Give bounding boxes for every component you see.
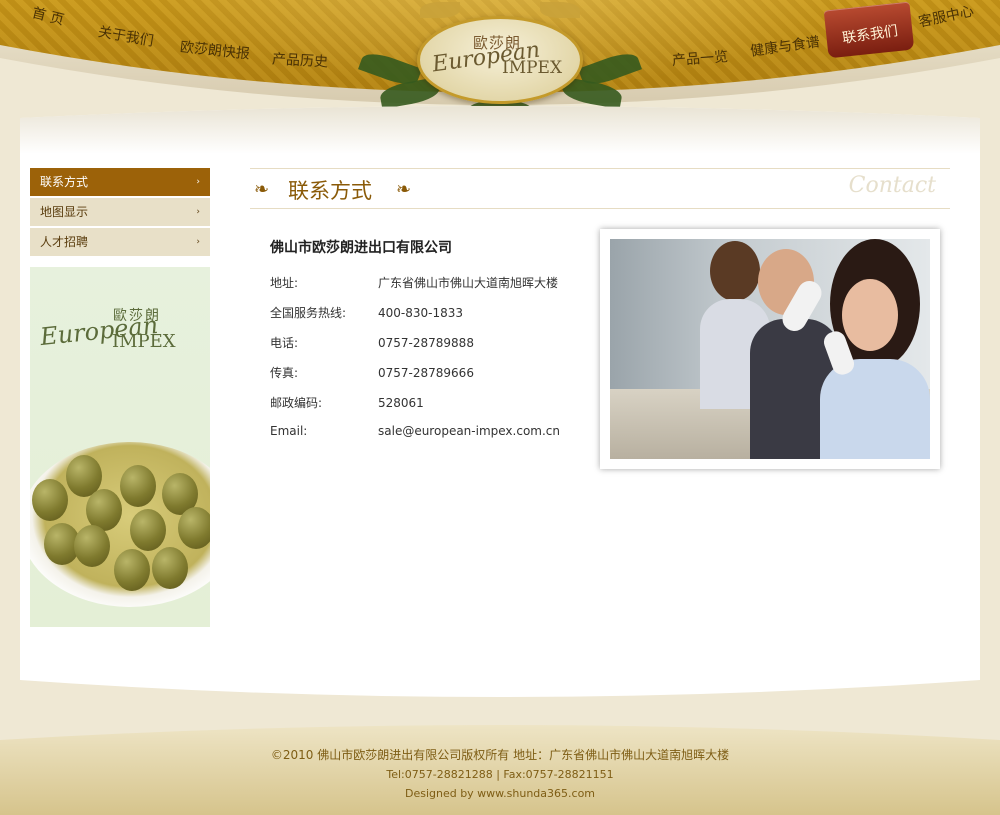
page-title: 联系方式: [288, 179, 372, 203]
panel-top-shade: [20, 104, 980, 154]
olive-image: [130, 509, 166, 551]
contact-value: 0757-28789666: [378, 366, 474, 380]
footer-copyright: ©2010 佛山市欧莎朗进出有限公司版权所有 地址：广东省佛山市佛山大道南旭晖大…: [270, 748, 730, 762]
sidebar-item-label: 人才招聘: [40, 235, 89, 249]
sidebar-item-jobs[interactable]: 人才招聘 ›: [30, 228, 210, 256]
flourish-right-icon: ❧: [396, 179, 412, 200]
contact-row-address: 地址: 广东省佛山市佛山大道南旭晖大楼: [270, 274, 558, 291]
person-image: [820, 359, 930, 459]
contact-value: 广东省佛山市佛山大道南旭晖大楼: [378, 276, 559, 290]
olive-image: [152, 547, 188, 589]
sidebar-item-label: 联系方式: [40, 175, 89, 189]
contact-row-email: Email: sale@european-impex.com.cn: [270, 424, 560, 438]
olive-image: [120, 465, 156, 507]
person-image: [842, 279, 898, 351]
section-header: ❧ 联系方式 ❧ Contact: [250, 168, 950, 209]
contact-row-postcode: 邮政编码: 528061: [270, 394, 424, 411]
chevron-right-icon: ›: [196, 207, 200, 217]
contact-label: Email:: [270, 424, 308, 438]
person-image: [710, 241, 760, 301]
olive-image: [178, 507, 210, 549]
sidebar-item-map[interactable]: 地图显示 ›: [30, 198, 210, 226]
section-subtitle: Contact: [848, 173, 936, 198]
contact-row-fax: 传真: 0757-28789666: [270, 364, 474, 381]
contact-value: 0757-28789888: [378, 336, 474, 350]
chevron-right-icon: ›: [196, 237, 200, 247]
contact-label: 电话:: [270, 336, 299, 350]
contact-label: 全国服务热线:: [270, 306, 347, 320]
olive-image: [114, 549, 150, 591]
call-center-photo-frame: [600, 229, 940, 469]
contact-value: 400-830-1833: [378, 306, 464, 320]
footer-designer-link[interactable]: Designed by www.shunda365.com: [0, 787, 1000, 800]
olive-image: [74, 525, 110, 567]
logo-impex-text: IMPEX: [502, 58, 563, 78]
nav-products[interactable]: 产品一览: [671, 46, 729, 70]
contact-email-link[interactable]: sale@european-impex.com.cn: [378, 424, 560, 438]
contact-label: 传真:: [270, 366, 299, 380]
chevron-right-icon: ›: [196, 177, 200, 187]
contact-row-hotline: 全国服务热线: 400-830-1833: [270, 304, 463, 321]
promo-brand-impex: IMPEX: [112, 331, 176, 352]
contact-label: 邮政编码:: [270, 396, 323, 410]
contact-value: 528061: [378, 396, 424, 410]
sidebar-item-label: 地图显示: [40, 205, 89, 219]
nav-history[interactable]: 产品历史: [272, 49, 329, 72]
olive-image: [32, 479, 68, 521]
sidebar-promo-image: 歐莎朗 European IMPEX: [30, 267, 210, 627]
leaf-ornament: [420, 2, 460, 18]
sidebar-item-contact[interactable]: 联系方式 ›: [30, 168, 210, 196]
footer-tel-fax: Tel:0757-28821288 | Fax:0757-28821151: [386, 768, 614, 781]
call-center-photo: [610, 239, 930, 459]
company-name: 佛山市欧莎朗进出口有限公司: [270, 240, 452, 256]
contact-row-phone: 电话: 0757-28789888: [270, 334, 474, 351]
contact-label: 地址:: [270, 276, 299, 290]
flourish-left-icon: ❧: [254, 179, 270, 200]
leaf-ornament: [540, 2, 580, 18]
sidebar-menu: 联系方式 › 地图显示 › 人才招聘 ›: [30, 168, 210, 258]
